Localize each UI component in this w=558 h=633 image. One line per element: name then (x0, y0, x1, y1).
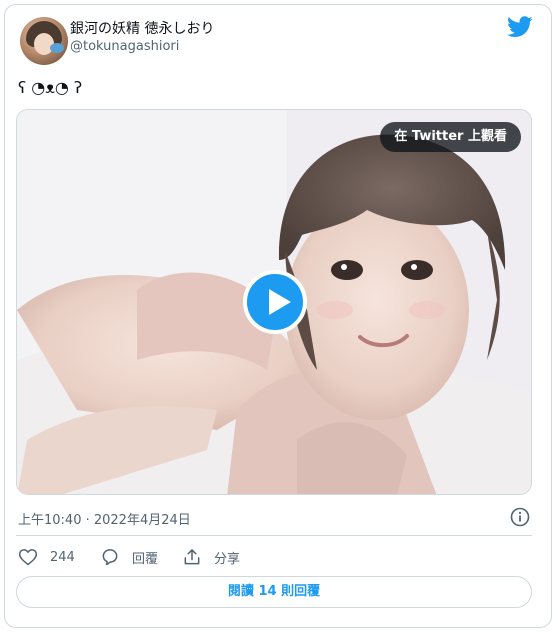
reply-label: 回覆 (132, 551, 159, 567)
like-count: 244 (50, 549, 75, 565)
like-button[interactable]: 244 (18, 546, 75, 568)
share-button[interactable]: 分享 (182, 546, 240, 568)
read-replies-button[interactable]: 閱讀 14 則回覆 (16, 576, 532, 608)
divider (16, 535, 532, 536)
play-button[interactable] (243, 270, 307, 334)
reply-button[interactable]: 回覆 (100, 546, 158, 568)
heart-icon (18, 549, 38, 566)
watch-on-twitter-button[interactable]: 在 Twitter 上觀看 (380, 122, 521, 152)
speech-bubble-icon (102, 549, 118, 566)
author-handle[interactable]: @tokunagashiori (70, 39, 179, 54)
twitter-bird-icon[interactable] (507, 16, 533, 38)
share-upload-icon (184, 549, 200, 565)
author-display-name[interactable]: 銀河の妖精 徳永しおり (70, 18, 214, 38)
avatar[interactable] (20, 17, 68, 65)
avatar-accent (50, 43, 64, 53)
tweet-timestamp[interactable]: 上午10:40 · 2022年4月24日 (18, 509, 191, 528)
video-player[interactable]: 在 Twitter 上觀看 (16, 109, 532, 495)
tweet-text: ʕ ◔ᴥ◔ ʔ (18, 78, 83, 97)
share-label: 分享 (214, 551, 241, 567)
play-icon (269, 289, 291, 315)
info-icon[interactable] (510, 507, 530, 527)
